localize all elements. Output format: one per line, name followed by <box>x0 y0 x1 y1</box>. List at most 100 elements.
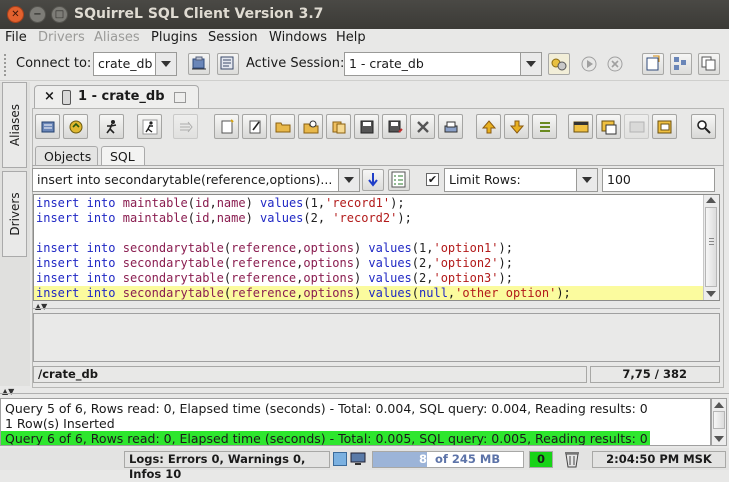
code-token: options <box>303 271 354 285</box>
maximize-window-icon[interactable]: □ <box>51 6 68 23</box>
history-list-icon[interactable] <box>388 169 410 191</box>
editor-scrollbar[interactable] <box>703 195 719 300</box>
drivers-tab[interactable]: Drivers <box>2 171 27 257</box>
log-scrollbar[interactable] <box>711 398 727 446</box>
code-line: insert into maintable(id,name) values(1,… <box>36 196 405 211</box>
menu-windows[interactable]: Windows <box>269 30 327 45</box>
code-token: ); <box>390 196 405 210</box>
code-token: into <box>86 196 116 210</box>
message-log: Query 5 of 6, Rows read: 0, Elapsed time… <box>0 398 711 446</box>
scroll-up-icon[interactable] <box>714 402 724 408</box>
chevron-down-icon[interactable] <box>338 169 359 191</box>
minimize-window-icon[interactable]: − <box>29 6 46 23</box>
run-all-icon[interactable] <box>173 114 198 139</box>
connect-to-combo[interactable]: crate_db <box>93 52 177 76</box>
active-session-combo[interactable]: 1 - crate_db <box>344 52 542 76</box>
menu-drivers[interactable]: Drivers <box>38 30 85 45</box>
code-token: ); <box>498 271 513 285</box>
search-icon[interactable] <box>691 114 716 139</box>
open-folder-icon[interactable] <box>270 114 295 139</box>
next-sql-icon[interactable] <box>504 114 529 139</box>
scroll-down-icon[interactable] <box>714 436 724 442</box>
garbage-collect-icon[interactable] <box>562 450 582 468</box>
cursor-position: 7,75 / 382 <box>590 366 720 383</box>
menu-aliases[interactable]: Aliases <box>94 30 140 45</box>
tab-sql[interactable]: SQL <box>101 146 145 166</box>
results-window-icon[interactable] <box>596 114 621 139</box>
monitor-icon[interactable] <box>350 452 366 466</box>
new-session-icon[interactable] <box>217 53 239 75</box>
sql-worksheet-icon[interactable] <box>35 114 60 139</box>
code-token: 'option1' <box>433 241 499 255</box>
scroll-up-icon[interactable] <box>706 197 716 203</box>
results-area <box>33 313 720 362</box>
append-file-icon[interactable] <box>326 114 351 139</box>
cascade-windows-icon[interactable] <box>698 53 720 75</box>
open-recent-icon[interactable] <box>298 114 323 139</box>
log-window-icon[interactable] <box>333 452 347 466</box>
tab-objects[interactable]: Objects <box>35 146 98 166</box>
chevron-down-icon[interactable] <box>520 53 541 75</box>
print-icon[interactable] <box>438 114 463 139</box>
splitter-arrows-icon[interactable]: ▲▼ <box>2 388 20 396</box>
menu-help[interactable]: Help <box>336 30 366 45</box>
close-all-results-icon[interactable] <box>652 114 677 139</box>
scroll-thumb[interactable] <box>713 411 725 429</box>
new-window-icon[interactable] <box>642 53 664 75</box>
aliases-tab[interactable]: Aliases <box>2 82 27 168</box>
database-icon <box>62 90 71 105</box>
connect-icon[interactable] <box>188 53 210 75</box>
code-token: ( <box>411 241 420 255</box>
tile-windows-icon[interactable] <box>670 53 692 75</box>
menu-session[interactable]: Session <box>208 30 258 45</box>
maximize-tab-icon[interactable] <box>174 92 186 103</box>
limit-rows-checkbox[interactable]: ✔ <box>426 173 439 186</box>
stop-icon[interactable] <box>604 53 626 75</box>
new-file-icon[interactable] <box>214 114 239 139</box>
edit-file-icon[interactable] <box>242 114 267 139</box>
save-icon[interactable] <box>354 114 379 139</box>
connect-to-label: Connect to: <box>16 56 92 71</box>
code-token: reference <box>231 241 297 255</box>
save-as-icon[interactable] <box>382 114 407 139</box>
chevron-down-icon[interactable] <box>155 53 176 75</box>
add-result-tab-icon[interactable] <box>568 114 593 139</box>
sql-history-combo[interactable]: insert into secondarytable(reference,opt… <box>32 168 360 192</box>
splitter-arrows-icon[interactable]: ▲▼ <box>35 303 55 311</box>
code-token: , <box>317 211 333 225</box>
status-bar: Logs: Errors 0, Warnings 0, Infos 10 88 … <box>0 448 729 481</box>
chevron-down-icon[interactable] <box>576 169 597 191</box>
session-properties-icon[interactable] <box>548 53 570 75</box>
code-token: into <box>86 211 116 225</box>
delete-icon[interactable] <box>410 114 435 139</box>
previous-sql-icon[interactable] <box>476 114 501 139</box>
logs-summary[interactable]: Logs: Errors 0, Warnings 0, Infos 10 <box>124 451 330 481</box>
format-sql-icon[interactable] <box>532 114 557 139</box>
code-token: 'record1' <box>325 196 391 210</box>
close-tab-icon[interactable]: × <box>44 89 55 104</box>
session-tab[interactable]: × 1 - crate_db <box>34 85 199 109</box>
memory-usage[interactable]: 88 of 245 MB <box>372 451 524 468</box>
menu-plugins[interactable]: Plugins <box>151 30 198 45</box>
splitter[interactable] <box>0 393 729 394</box>
run-sql-icon[interactable] <box>99 114 124 139</box>
run-icon[interactable] <box>578 53 600 75</box>
refresh-icon[interactable] <box>63 114 88 139</box>
editor-path: /crate_db <box>33 366 587 383</box>
scroll-down-icon[interactable] <box>706 291 716 297</box>
run-current-icon[interactable] <box>137 114 162 139</box>
menu-file[interactable]: File <box>5 30 27 45</box>
limit-rows-input[interactable]: 100 <box>602 168 715 192</box>
close-result-tab-icon[interactable] <box>624 114 649 139</box>
sql-editor[interactable]: insert into maintable(id,name) values(1,… <box>33 194 720 301</box>
limit-rows-label: Limit Rows: <box>449 172 521 187</box>
limit-rows-combo[interactable]: Limit Rows: <box>444 168 598 192</box>
scroll-thumb[interactable] <box>705 207 717 287</box>
arrow-down-icon[interactable] <box>362 169 384 191</box>
splitter[interactable] <box>33 308 720 309</box>
close-window-icon[interactable]: ✕ <box>7 6 24 23</box>
